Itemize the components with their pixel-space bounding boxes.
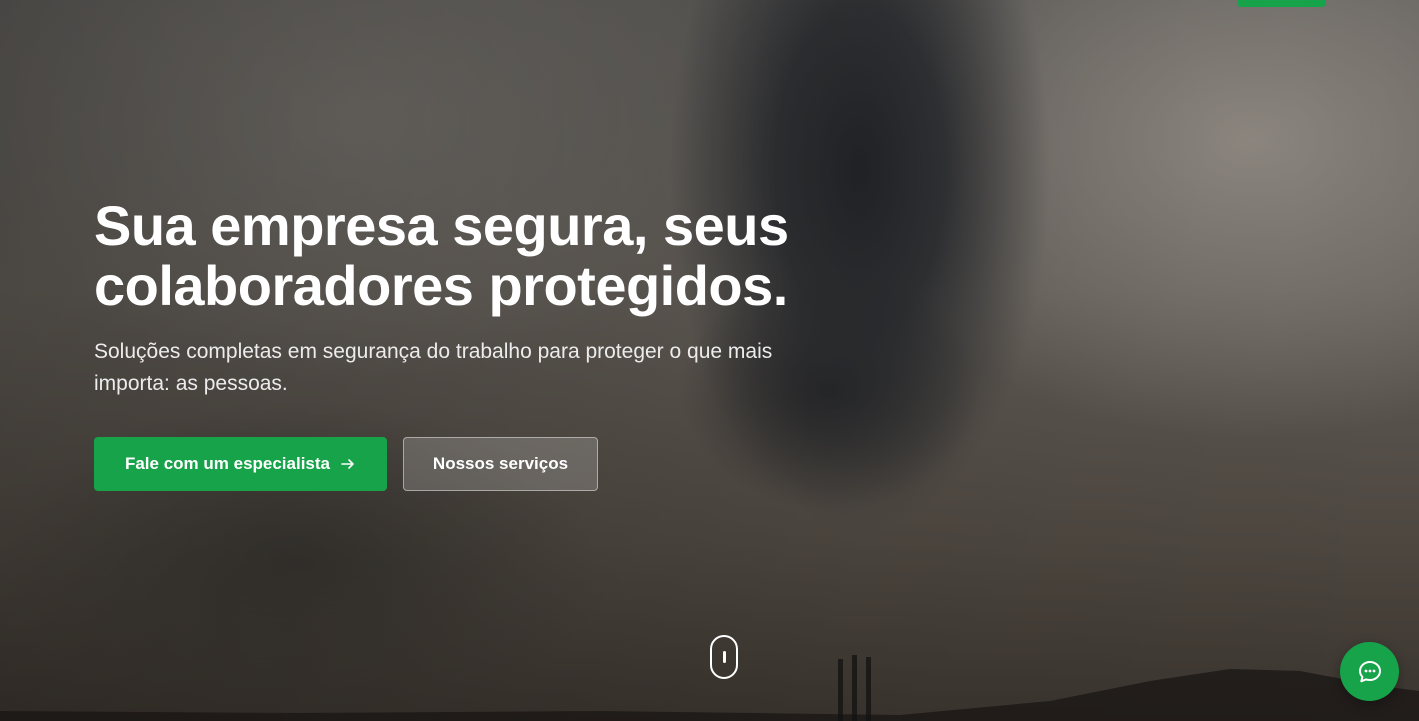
our-services-button[interactable]: Nossos serviços xyxy=(403,437,598,491)
arrow-right-icon xyxy=(341,459,354,469)
hero-actions: Fale com um especialista Nossos serviços xyxy=(94,437,874,491)
hero-title-line-2: colaboradores protegidos. xyxy=(94,254,788,317)
header-cta-button[interactable] xyxy=(1237,0,1326,7)
hero-content: Sua empresa segura, seus colaboradores p… xyxy=(94,196,874,491)
hero-section: Sua empresa segura, seus colaboradores p… xyxy=(0,0,1419,721)
talk-to-specialist-button[interactable]: Fale com um especialista xyxy=(94,437,387,491)
mouse-scroll-icon[interactable] xyxy=(710,635,738,679)
hero-title: Sua empresa segura, seus colaboradores p… xyxy=(94,196,874,316)
talk-to-specialist-label: Fale com um especialista xyxy=(124,454,331,473)
hero-subtitle: Soluções completas em segurança do traba… xyxy=(94,340,773,395)
our-services-label: Nossos serviços xyxy=(432,454,569,473)
hero-title-line-1: Sua empresa segura, seus xyxy=(94,194,789,257)
chat-bubble-icon xyxy=(1358,660,1381,682)
chat-button[interactable] xyxy=(1340,642,1399,701)
scroll-wheel-dot xyxy=(723,651,726,663)
